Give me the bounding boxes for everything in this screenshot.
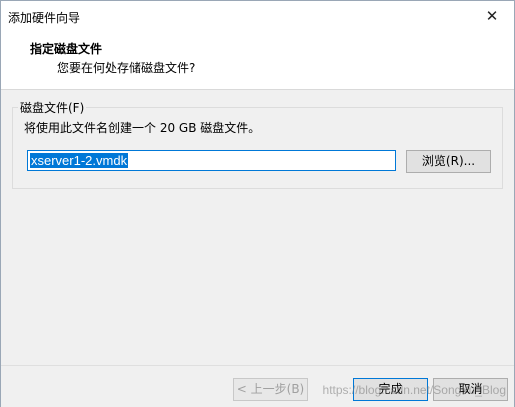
back-button[interactable]: < 上一步(B) bbox=[233, 378, 308, 401]
disk-file-description: 将使用此文件名创建一个 20 GB 磁盘文件。 bbox=[24, 121, 261, 135]
title-bar: 添加硬件向导 ✕ bbox=[1, 1, 514, 31]
wizard-content: 磁盘文件(F) 将使用此文件名创建一个 20 GB 磁盘文件。 xserver1… bbox=[1, 90, 514, 365]
window-title: 添加硬件向导 bbox=[8, 11, 81, 25]
browse-button[interactable]: 浏览(R)... bbox=[406, 150, 491, 173]
disk-file-name-value: xserver1-2.vmdk bbox=[30, 153, 129, 168]
disk-file-group: 磁盘文件(F) 将使用此文件名创建一个 20 GB 磁盘文件。 xserver1… bbox=[12, 99, 503, 189]
wizard-footer: < 上一步(B) 完成 取消 https://blog.csdn.net/Son… bbox=[1, 365, 514, 407]
close-icon: ✕ bbox=[485, 7, 499, 25]
finish-button[interactable]: 完成 bbox=[353, 378, 428, 401]
cancel-button[interactable]: 取消 bbox=[433, 378, 508, 401]
disk-file-group-label: 磁盘文件(F) bbox=[18, 99, 87, 116]
page-subtitle: 您要在何处存储磁盘文件? bbox=[57, 61, 196, 75]
add-hardware-wizard-window: 添加硬件向导 ✕ 指定磁盘文件 您要在何处存储磁盘文件? 磁盘文件(F) 将使用… bbox=[0, 0, 515, 407]
disk-file-name-input[interactable]: xserver1-2.vmdk bbox=[27, 150, 396, 171]
close-button[interactable]: ✕ bbox=[470, 1, 514, 31]
wizard-header: 指定磁盘文件 您要在何处存储磁盘文件? bbox=[1, 31, 514, 90]
page-title: 指定磁盘文件 bbox=[30, 42, 103, 56]
